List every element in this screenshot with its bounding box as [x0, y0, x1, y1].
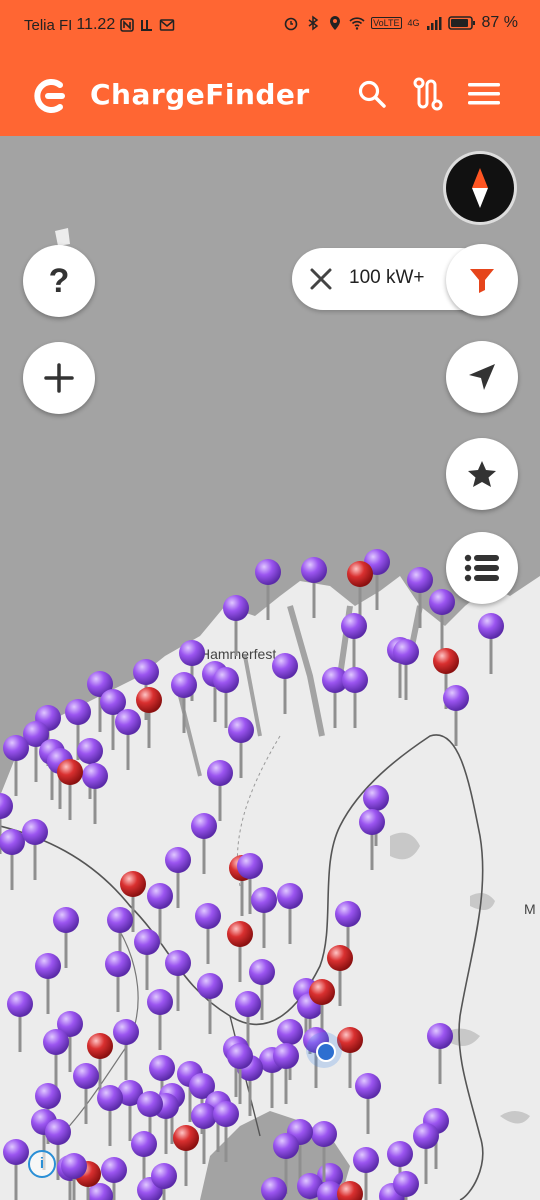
charger-pin-purple[interactable]	[443, 685, 469, 746]
charger-pin-purple[interactable]	[277, 883, 303, 944]
charger-pin-red[interactable]	[337, 1181, 363, 1200]
menu-button[interactable]	[464, 74, 504, 114]
list-view-button[interactable]	[446, 532, 518, 604]
charger-pin-purple[interactable]	[43, 1029, 69, 1090]
charger-pin-purple[interactable]	[22, 819, 48, 880]
mail-icon	[159, 19, 175, 31]
compass-button[interactable]	[446, 154, 514, 222]
charger-pin-purple[interactable]	[115, 709, 141, 770]
charger-pin-purple[interactable]	[191, 813, 217, 874]
menu-icon	[468, 83, 500, 105]
charger-pin-purple[interactable]	[478, 613, 504, 674]
charger-pin-purple[interactable]	[223, 595, 249, 656]
chargefinder-logo-icon	[34, 79, 65, 113]
charger-pin-purple[interactable]	[255, 559, 281, 620]
app-title: ChargeFinder	[90, 78, 310, 111]
charger-pin-purple[interactable]	[301, 557, 327, 618]
app-bar: ChargeFinder	[0, 52, 540, 136]
filter-chip-label: 100 kW+	[349, 267, 425, 288]
charger-pin-purple[interactable]	[195, 903, 221, 964]
help-label: ?	[48, 261, 70, 300]
volte-badge: VoLTE	[371, 17, 402, 29]
charger-pin-purple[interactable]	[171, 672, 197, 733]
charger-pin-purple[interactable]	[355, 1073, 381, 1134]
charger-pin-purple[interactable]	[0, 829, 25, 890]
app-notification-icon	[141, 20, 153, 31]
charger-pin-purple[interactable]	[273, 1043, 299, 1104]
list-icon	[464, 554, 499, 582]
charger-pin-purple[interactable]	[342, 667, 368, 728]
locate-me-button[interactable]	[446, 341, 518, 413]
location-icon	[330, 16, 341, 30]
charger-pin-purple[interactable]	[427, 1023, 453, 1084]
status-time: 11.22	[76, 16, 116, 33]
charger-pin-purple[interactable]	[429, 589, 455, 650]
wifi-icon	[349, 17, 365, 30]
route-icon	[413, 77, 443, 111]
charger-pin-purple[interactable]	[134, 929, 160, 990]
zoom-in-button[interactable]	[23, 342, 95, 414]
signal-icon	[426, 17, 442, 30]
filter-button[interactable]	[446, 244, 518, 316]
favorites-button[interactable]	[446, 438, 518, 510]
close-icon[interactable]	[306, 264, 336, 294]
charger-pin-purple[interactable]	[272, 653, 298, 714]
battery-percent: 87 %	[481, 14, 518, 31]
alarm-icon	[284, 17, 298, 31]
nfc-icon	[120, 18, 135, 32]
charger-pin-purple[interactable]	[113, 1019, 139, 1080]
battery-icon	[447, 16, 475, 30]
search-icon	[358, 80, 386, 108]
star-icon	[468, 461, 496, 487]
plus-icon	[44, 363, 74, 393]
charger-pin-purple[interactable]	[207, 760, 233, 821]
charger-pin-purple[interactable]	[407, 567, 433, 628]
charger-pin-purple[interactable]	[261, 1177, 287, 1200]
charger-pin-purple[interactable]	[3, 735, 29, 796]
info-button[interactable]: i	[28, 1150, 56, 1178]
navigation-arrow-icon	[469, 364, 495, 390]
charger-pin-purple[interactable]	[35, 953, 61, 1014]
charger-pin-purple[interactable]	[251, 887, 277, 948]
charger-pin-purple[interactable]	[105, 951, 131, 1012]
user-location-marker	[306, 1032, 342, 1068]
charger-pin-red[interactable]	[347, 561, 373, 622]
charger-pin-purple[interactable]	[147, 989, 173, 1050]
charger-pin-purple[interactable]	[359, 809, 385, 870]
charger-pin-purple[interactable]	[82, 763, 108, 824]
bluetooth-icon	[308, 15, 319, 31]
charger-pin-purple[interactable]	[7, 991, 33, 1052]
route-planner-button[interactable]	[408, 74, 448, 114]
charger-pin-purple[interactable]	[341, 613, 367, 674]
status-bar: Telia FI 11.22 VoLTE 4G 87 %	[0, 0, 540, 52]
network-type: 4G	[407, 18, 420, 28]
help-button[interactable]: ?	[23, 245, 95, 317]
charger-pin-purple[interactable]	[197, 973, 223, 1034]
charger-pin-purple[interactable]	[73, 1063, 99, 1124]
charger-pin-purple[interactable]	[97, 1085, 123, 1146]
search-button[interactable]	[352, 74, 392, 114]
carrier-name: Telia FI	[24, 16, 73, 34]
charger-pin-purple[interactable]	[393, 639, 419, 700]
compass-icon	[472, 168, 488, 208]
funnel-icon	[470, 269, 494, 293]
charger-pin-purple[interactable]	[3, 1139, 29, 1200]
